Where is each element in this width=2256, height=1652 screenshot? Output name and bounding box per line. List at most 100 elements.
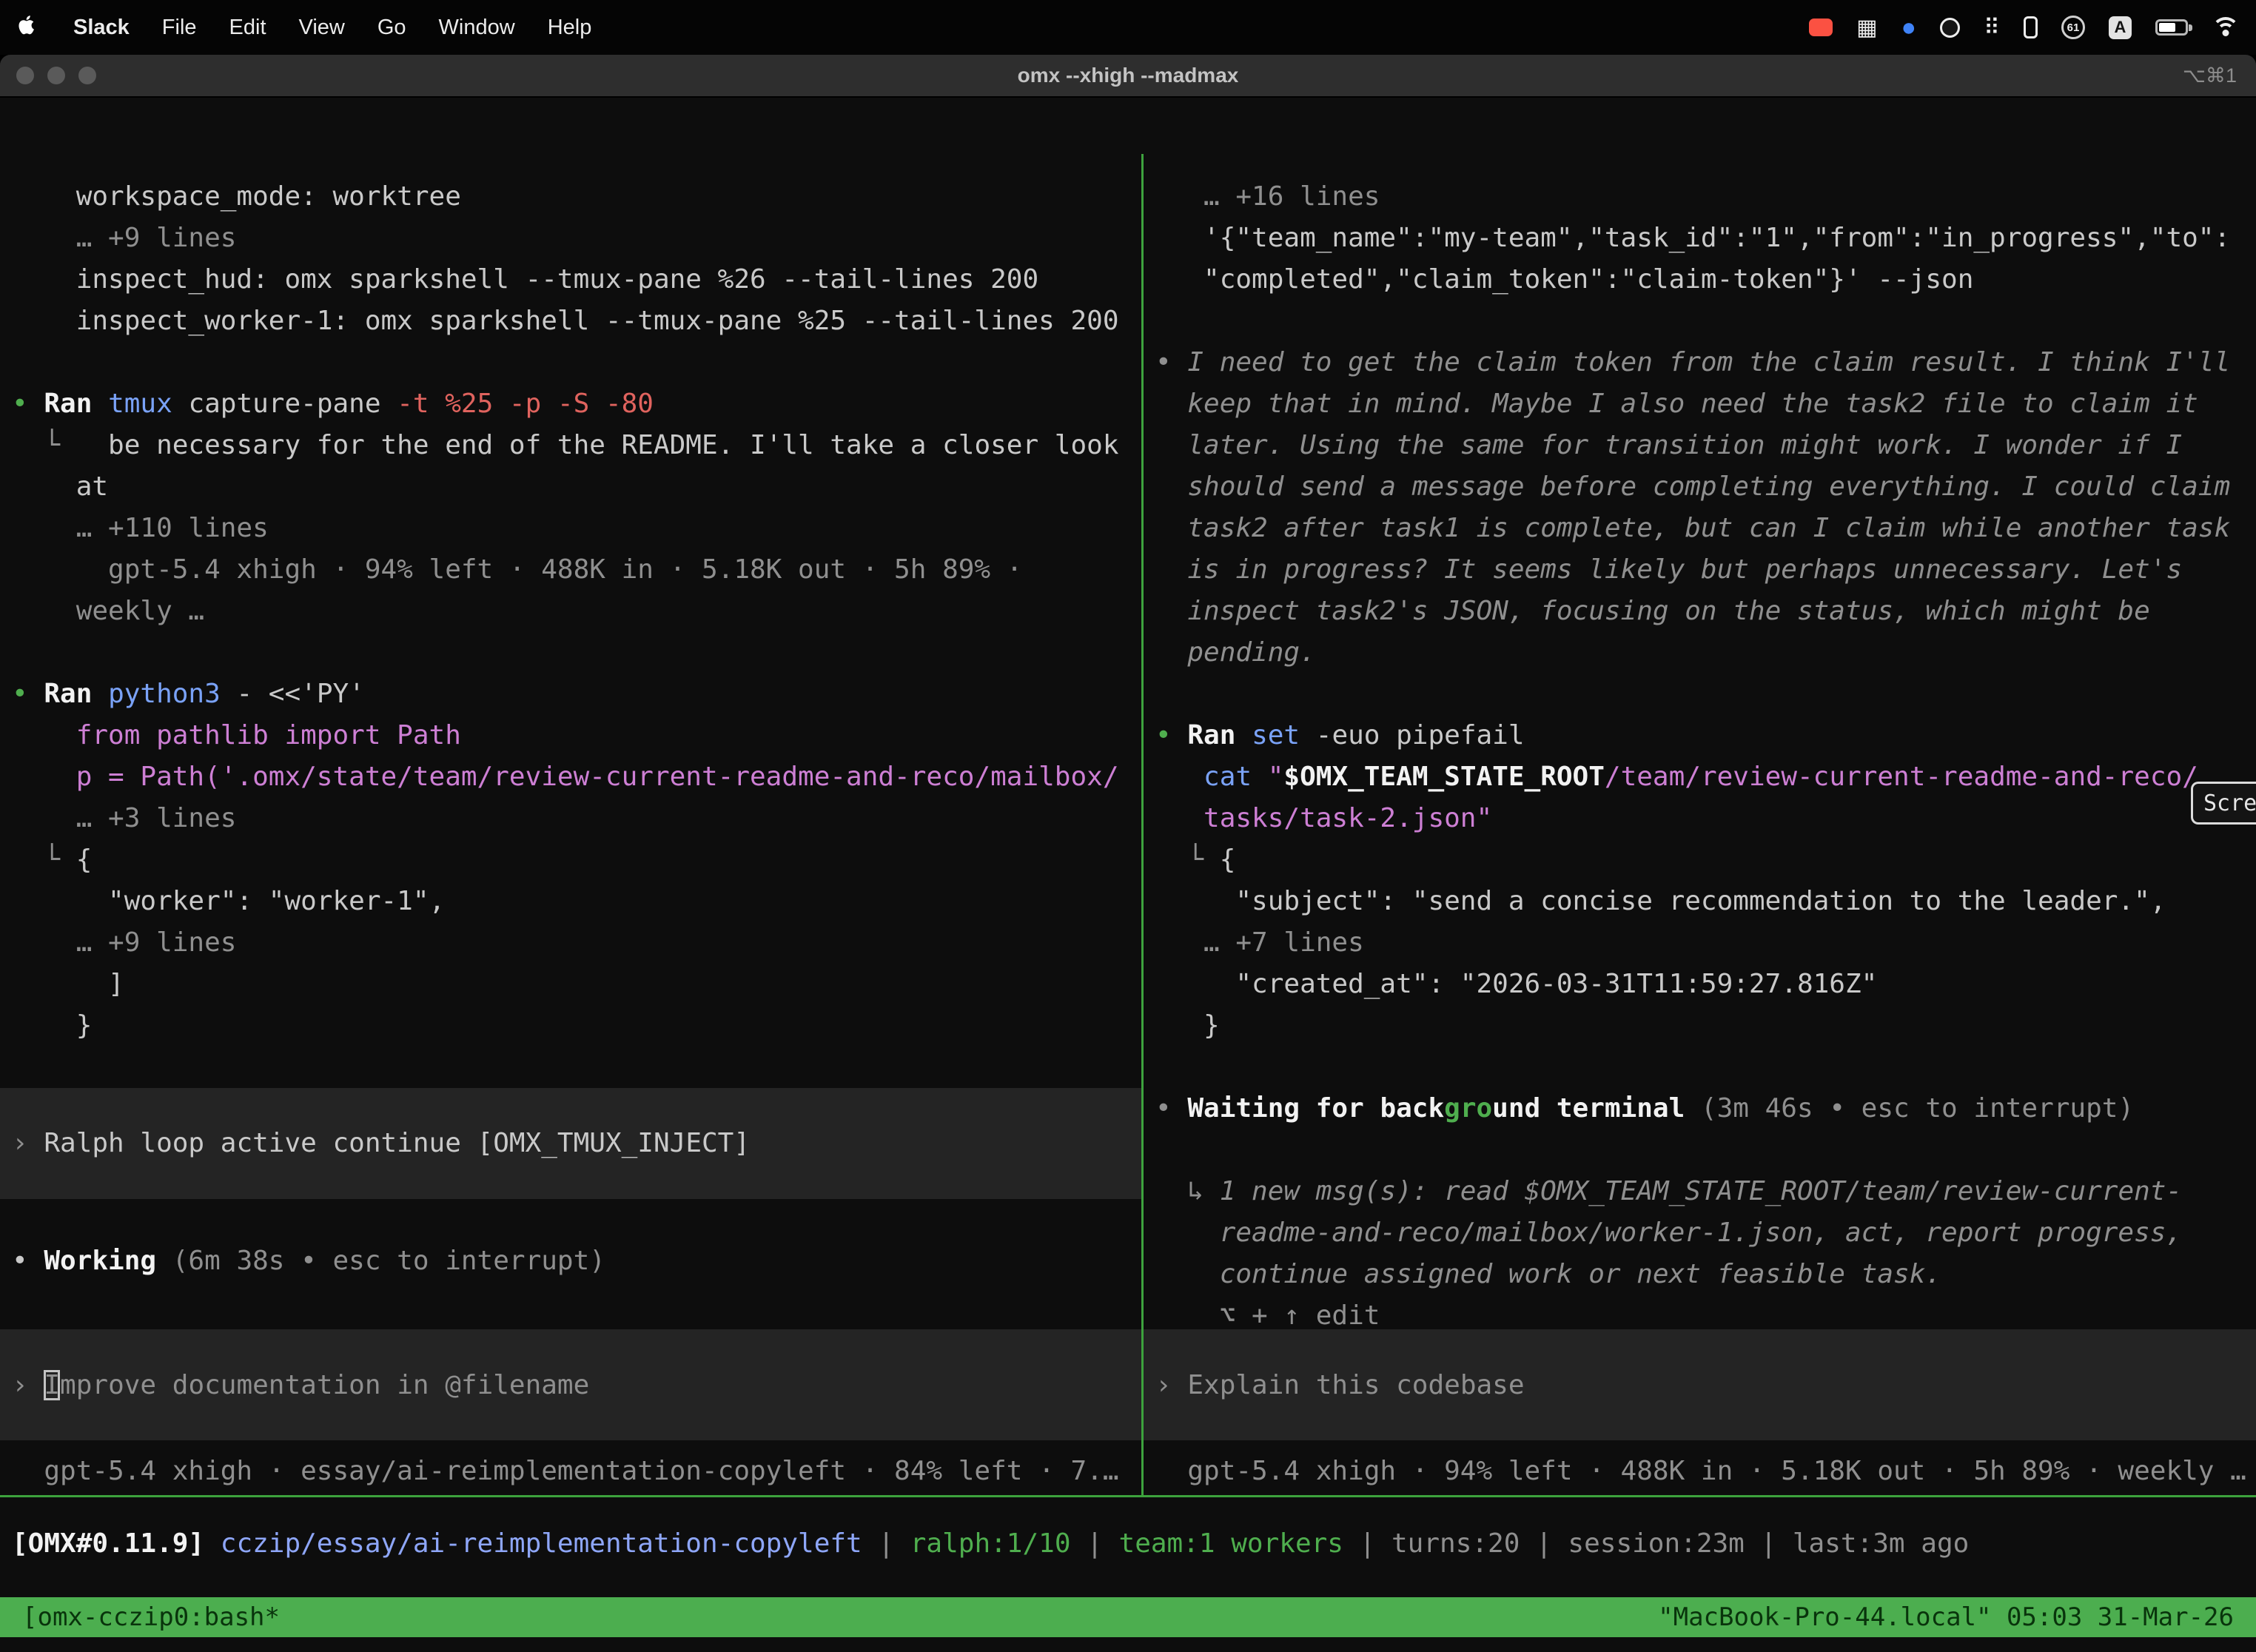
minimize-button[interactable] [47,67,65,84]
text-segment [1155,762,1203,792]
statusline-segment: | [1520,1528,1568,1559]
text-segment: Ralph loop active continue [OMX_TMUX_INJ… [44,1123,750,1164]
screen-recording-icon[interactable] [1809,19,1833,36]
text-segment: later. Using the same for transition mig… [1155,430,2182,460]
text-segment: cat [1203,762,1268,792]
tmux-session-label: [omx-cczip0:bash* [22,1602,280,1632]
text-segment: └ [12,430,76,460]
text-segment: - <<'PY' [236,679,364,709]
prompt-text: mprove documentation in @filename [60,1370,589,1400]
menu-edit[interactable]: Edit [229,16,266,40]
left-prompt-row[interactable]: › Improve documentation in @filename [0,1329,1141,1440]
menu-go[interactable]: Go [377,16,406,40]
statusline-segment: | [1071,1528,1119,1559]
text-segment: weekly … [12,596,204,626]
text-segment: at [12,471,108,502]
text-segment: "created_at": "2026-03-31T11:59:27.816Z" [1155,969,1877,999]
statusline-segment: ralph:1/10 [910,1528,1071,1559]
clipped-tooltip: Scre [2191,782,2256,825]
text-segment: inspect_hud: omx sparkshell --tmux-pane … [12,264,1038,295]
text-segment: I need to get the claim token from the c… [1187,347,2230,377]
apple-menu[interactable] [16,13,36,42]
text-segment: workspace_mode: worktree [12,181,461,212]
text-segment: -t %25 -p -S -80 [397,389,654,419]
left-pane-status: gpt-5.4 xhigh · essay/ai-reimplementatio… [12,1451,1119,1492]
terminal-line: gpt-5.4 xhigh · 94% left · 488K in · 5.1… [12,549,1141,591]
battery-icon[interactable] [2155,19,2188,36]
statusline-segment: | [1343,1528,1391,1559]
terminal-line: weekly … [12,591,1141,632]
text-segment: … +7 lines [1155,927,1364,958]
prompt-text: Explain this codebase [1187,1370,1524,1400]
terminal-line [1155,300,2256,342]
right-prompt-row[interactable]: › Explain this codebase [1144,1329,2256,1440]
window-title-bar[interactable]: omx --xhigh --madmax ⌥⌘1 [0,55,2256,98]
text-segment: { [76,845,93,875]
text-segment: p = Path('.omx/state/team/review-current… [12,762,1119,792]
statusline-segment: team:1 workers [1119,1528,1343,1559]
terminal-line: from pathlib import Path [12,715,1141,756]
terminal-line: } [1155,1005,2256,1047]
text-segment: └ [12,845,76,875]
menu-help[interactable]: Help [548,16,592,40]
text-segment: is in progress? It seems likely but perh… [1155,554,2182,585]
statusline-segment: | [862,1528,910,1559]
text-segment: { [1220,845,1236,875]
right-pane[interactable]: … +16 lines '{"team_name":"my-team","tas… [1144,154,2256,1495]
text-segment: /team/review-current-readme-and-reco/ [1605,762,2198,792]
left-pane[interactable]: workspace_mode: worktree … +9 lines insp… [0,154,1141,1495]
text-segment: ⌥ + ↑ edit [1155,1300,1380,1331]
statusline-segment: cczip/essay/ai-reimplementation-copyleft [221,1528,862,1559]
text-segment: … +3 lines [12,803,236,833]
terminal-line: "completed","claim_token":"claim-token"}… [1155,259,2256,300]
text-segment: ↳ [1155,1176,1220,1206]
menu-window[interactable]: Window [439,16,515,40]
terminal-line [1155,1129,2256,1171]
battery-percent-icon[interactable]: 61 [2061,16,2085,39]
text-segment: … +9 lines [12,927,236,958]
wifi-icon[interactable] [2212,17,2240,38]
text-segment: '{"team_name":"my-team","task_id":"1","f… [1155,223,2230,253]
text-segment: Ran [44,389,108,419]
device-icon[interactable] [2024,16,2038,38]
text-segment: continue assigned work or next feasible … [1155,1259,1941,1289]
app-menu-slack[interactable]: Slack [73,16,130,40]
text-segment: • [1155,720,1187,751]
prompt-chevron-icon: › [12,1370,44,1400]
text-segment: inspect task2's JSON, focusing on the st… [1155,596,2150,626]
text-segment: pending. [1155,637,1316,668]
text-segment: tmux [108,389,188,419]
terminal-line: • Ran python3 - <<'PY' [12,674,1141,715]
menu-view[interactable]: View [299,16,345,40]
text-segment: (3m 46s • esc to interrupt) [1701,1093,2134,1124]
dark-app-icon[interactable] [1940,18,1960,38]
terminal-line: • I need to get the claim token from the… [1155,342,2256,383]
text-cursor: I [44,1370,60,1400]
terminal-line: continue assigned work or next feasible … [1155,1254,2256,1295]
zoom-button[interactable] [78,67,96,84]
close-button[interactable] [16,67,34,84]
text-segment: • [12,1246,44,1276]
input-source-icon[interactable]: A [2109,16,2132,39]
text-segment: python3 [108,679,236,709]
terminal-line [12,1047,1141,1088]
terminal-content: workspace_mode: worktree … +9 lines insp… [0,154,2256,1652]
dots-grid-icon[interactable]: ⠿ [1984,15,2000,41]
terminal-line: └ { [12,839,1141,881]
window-manager-icon[interactable]: ▦ [1856,15,1877,41]
text-segment: gpt-5.4 xhigh · 94% left · 488K in · 5.1… [12,554,1022,585]
terminal-line: readme-and-reco/mailbox/worker-1.json, a… [1155,1212,2256,1254]
text-segment: … +16 lines [1155,181,1380,212]
blue-app-icon[interactable]: ● [1901,13,1916,42]
terminal-line: tasks/task-2.json" [1155,798,2256,839]
terminal-line: … +9 lines [12,218,1141,259]
terminal-line: • Waiting for background terminal (3m 46… [1155,1088,2256,1129]
text-segment: Ran [1187,720,1252,751]
text-segment: Ran [44,679,108,709]
text-segment: Waiting for back [1187,1093,1444,1124]
menu-file[interactable]: File [162,16,197,40]
terminal-line: should send a message before completing … [1155,466,2256,508]
text-segment: } [1155,1010,1220,1041]
terminal-line: … +9 lines [12,922,1141,964]
terminal-line: "created_at": "2026-03-31T11:59:27.816Z" [1155,964,2256,1005]
